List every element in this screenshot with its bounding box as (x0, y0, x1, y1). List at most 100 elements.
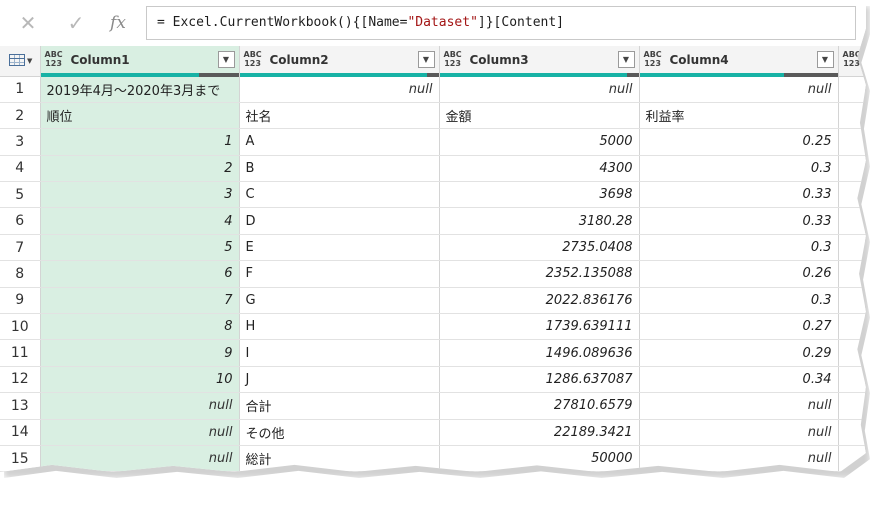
table-cell[interactable]: A (239, 128, 440, 156)
column-name: Column3 (469, 53, 529, 67)
row-number[interactable]: 14 (0, 419, 41, 446)
table-cell[interactable]: 順位 (40, 102, 240, 130)
table-cell[interactable]: 4 (40, 207, 240, 235)
table-cell[interactable]: E (239, 234, 440, 262)
row-number[interactable]: 8 (0, 260, 41, 288)
table-cell[interactable]: B (239, 155, 440, 183)
table-cell[interactable]: 2735.0408 (439, 234, 640, 262)
table-cell[interactable]: 0.26 (639, 260, 839, 288)
table-cell[interactable]: F (239, 260, 440, 288)
column-filter-button[interactable]: ▼ (417, 51, 435, 68)
table-cell-partial[interactable] (838, 155, 866, 183)
table-row: 6 4 D 3180.28 0.33 (0, 207, 866, 235)
formula-suffix: ]}[Content] (477, 15, 564, 30)
fx-icon[interactable]: fx (104, 10, 132, 36)
column-filter-button[interactable]: ▼ (617, 51, 635, 68)
table-cell[interactable]: 0.34 (639, 366, 839, 394)
table-cell[interactable]: 0.25 (639, 128, 839, 156)
table-cell[interactable]: null (40, 419, 240, 446)
table-cell[interactable]: D (239, 207, 440, 235)
table-cell[interactable]: 合計 (239, 392, 440, 420)
table-cell[interactable]: null (639, 419, 839, 446)
type-any-icon[interactable]: ABC 123 (244, 50, 262, 68)
table-cell[interactable]: 3180.28 (439, 207, 640, 235)
table-cell[interactable]: I (239, 339, 440, 367)
table-cell[interactable]: その他 (239, 419, 440, 446)
column-header-2[interactable]: ABC 123 Column2 ▼ (239, 46, 440, 77)
row-number[interactable]: 2 (0, 102, 41, 130)
column-header-1[interactable]: ABC 123 Column1 ▼ (40, 46, 240, 77)
table-cell[interactable]: 0.3 (639, 155, 839, 183)
row-number[interactable]: 3 (0, 128, 41, 156)
table-cell[interactable]: 1496.089636 (439, 339, 640, 367)
type-any-icon[interactable]: ABC 123 (444, 50, 462, 68)
column-header-4[interactable]: ABC 123 Column4 ▼ (639, 46, 839, 77)
type-any-icon[interactable]: ABC 123 (644, 50, 662, 68)
table-cell[interactable]: 3 (40, 181, 240, 209)
row-number[interactable]: 9 (0, 287, 41, 315)
column-filter-button[interactable]: ▼ (816, 51, 834, 68)
table-cell[interactable]: 9 (40, 339, 240, 367)
type-any-icon[interactable]: ABC 123 (45, 50, 63, 68)
check-icon[interactable]: ✓ (62, 10, 90, 36)
table-cell[interactable]: 社名 (239, 102, 440, 130)
table-cell-partial[interactable] (838, 76, 866, 103)
table-cell[interactable]: H (239, 313, 440, 341)
table-cell[interactable]: 0.29 (639, 339, 839, 367)
row-number[interactable]: 7 (0, 234, 41, 262)
table-cell[interactable]: 10 (40, 366, 240, 394)
table-cell[interactable]: 利益率 (639, 102, 839, 130)
table-cell[interactable]: G (239, 287, 440, 315)
table-cell[interactable]: 5 (40, 234, 240, 262)
table-cell-partial[interactable] (838, 392, 866, 420)
table-cell[interactable]: null (439, 76, 640, 103)
table-cell[interactable]: 2352.135088 (439, 260, 640, 288)
quality-bar (639, 72, 838, 77)
table-cell-partial[interactable] (838, 234, 866, 262)
table-cell[interactable]: null (639, 392, 839, 420)
table-cell[interactable]: 3698 (439, 181, 640, 209)
table-cell[interactable]: 2022.836176 (439, 287, 640, 315)
type-any-icon[interactable]: ABC 123 (843, 50, 861, 68)
table-cell[interactable]: 5000 (439, 128, 640, 156)
table-cell[interactable]: null (40, 392, 240, 420)
column-filter-button[interactable]: ▼ (217, 51, 235, 68)
table-cell-partial[interactable] (838, 287, 866, 315)
table-cell[interactable]: 0.33 (639, 207, 839, 235)
row-number[interactable]: 1 (0, 76, 41, 103)
table-cell[interactable]: 8 (40, 313, 240, 341)
table-cell[interactable]: 0.33 (639, 181, 839, 209)
row-number[interactable]: 11 (0, 339, 41, 367)
table-row: 13 null 合計 27810.6579 null (0, 392, 866, 420)
table-cell[interactable]: 1 (40, 128, 240, 156)
table-cell[interactable]: 0.27 (639, 313, 839, 341)
table-cell[interactable]: 4300 (439, 155, 640, 183)
table-cell[interactable]: 22189.3421 (439, 419, 640, 446)
table-cell[interactable]: 2019年4月～2020年3月まで (40, 76, 240, 103)
table-cell[interactable]: 2 (40, 155, 240, 183)
table-cell[interactable]: 1739.639111 (439, 313, 640, 341)
table-cell[interactable]: 0.3 (639, 287, 839, 315)
table-menu-button[interactable]: ▼ (0, 46, 41, 77)
table-cell-partial[interactable] (838, 366, 866, 394)
row-number[interactable]: 5 (0, 181, 41, 209)
table-cell[interactable]: 1286.637087 (439, 366, 640, 394)
table-cell[interactable]: J (239, 366, 440, 394)
table-cell[interactable]: C (239, 181, 440, 209)
row-number[interactable]: 6 (0, 207, 41, 235)
table-row: 9 7 G 2022.836176 0.3 (0, 287, 866, 315)
column-header-3[interactable]: ABC 123 Column3 ▼ (439, 46, 640, 77)
table-cell[interactable]: 7 (40, 287, 240, 315)
table-cell[interactable]: 27810.6579 (439, 392, 640, 420)
row-number[interactable]: 10 (0, 313, 41, 341)
table-cell[interactable]: null (239, 76, 440, 103)
row-number[interactable]: 12 (0, 366, 41, 394)
table-cell[interactable]: 金額 (439, 102, 640, 130)
table-cell[interactable]: 0.3 (639, 234, 839, 262)
formula-input[interactable]: = Excel.CurrentWorkbook(){[Name="Dataset… (146, 6, 856, 40)
row-number[interactable]: 13 (0, 392, 41, 420)
row-number[interactable]: 4 (0, 155, 41, 183)
table-cell[interactable]: 6 (40, 260, 240, 288)
close-icon[interactable]: ✕ (14, 10, 42, 36)
table-cell[interactable]: null (639, 76, 839, 103)
